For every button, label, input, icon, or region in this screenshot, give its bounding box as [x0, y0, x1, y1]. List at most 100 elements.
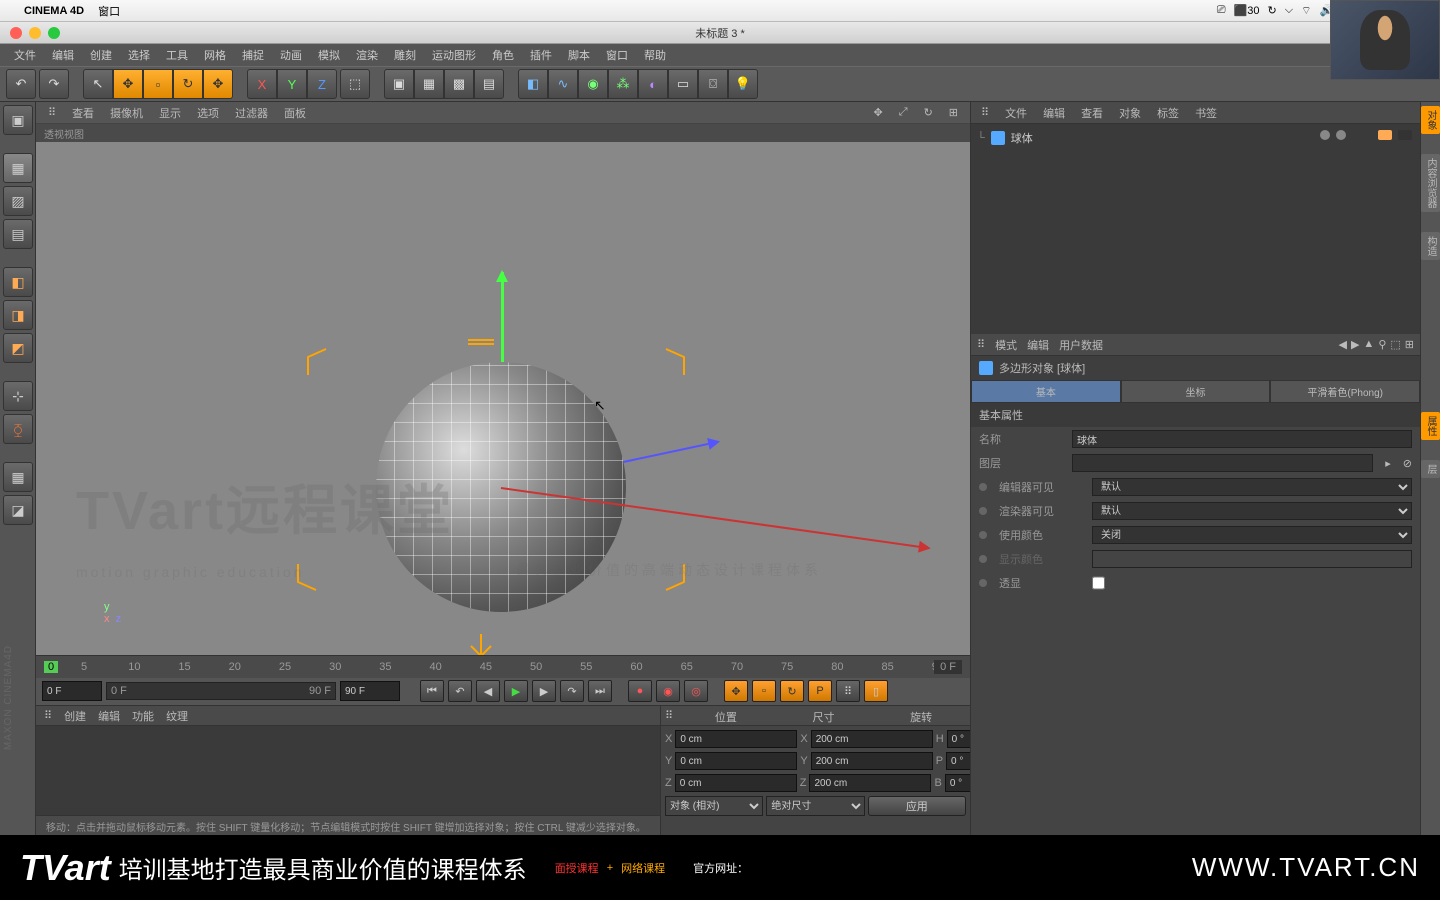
size-y[interactable] [811, 752, 933, 770]
next-key[interactable]: ↷ [560, 680, 584, 702]
app-name[interactable]: CINEMA 4D [24, 5, 84, 17]
grip-icon[interactable]: ⠿ [977, 104, 993, 121]
zoom-button[interactable] [48, 27, 60, 39]
sidetab-browser[interactable]: 内容浏览器 [1421, 154, 1440, 212]
grip-icon[interactable]: ⠿ [977, 338, 985, 351]
add-cube[interactable]: ◧ [518, 69, 548, 99]
menu-create[interactable]: 创建 [84, 45, 118, 65]
menu-plugins[interactable]: 插件 [524, 45, 558, 65]
model-mode[interactable]: ▦ [3, 153, 33, 183]
sidetab-attr[interactable]: 属性 [1421, 412, 1440, 440]
keymode1[interactable]: ⠿ [836, 680, 860, 702]
grip-icon[interactable]: ⠿ [42, 104, 62, 121]
object-name[interactable]: 球体 [1011, 130, 1033, 146]
pos-x[interactable] [675, 730, 797, 748]
x-axis-lock[interactable]: X [247, 69, 277, 99]
menu-script[interactable]: 脚本 [562, 45, 596, 65]
vp-filter[interactable]: 过滤器 [229, 103, 274, 123]
nav-fwd-icon[interactable]: ▶ [1351, 338, 1359, 351]
keymode2[interactable]: ▯ [864, 680, 888, 702]
use-color-select[interactable]: 关闭 [1092, 526, 1412, 544]
rotate-tool[interactable]: ↻ [173, 69, 203, 99]
tab-basic[interactable]: 基本 [971, 380, 1121, 403]
vis-render-dot[interactable] [1336, 130, 1346, 140]
mat-func[interactable]: 功能 [132, 708, 154, 724]
add-deformer[interactable]: ◐ [638, 69, 668, 99]
lock-icon[interactable]: ⬚ [1390, 338, 1400, 351]
add-nurbs[interactable]: ◉ [578, 69, 608, 99]
record-button[interactable]: ● [628, 680, 652, 702]
mat-edit[interactable]: 编辑 [98, 708, 120, 724]
playhead[interactable]: 0 [44, 661, 58, 673]
obj-objects[interactable]: 对象 [1115, 103, 1145, 123]
minimize-button[interactable] [29, 27, 41, 39]
vp-orbit-icon[interactable]: ↻ [918, 104, 939, 121]
add-light[interactable]: 💡 [728, 69, 758, 99]
obj-view[interactable]: 查看 [1077, 103, 1107, 123]
attr-edit[interactable]: 编辑 [1027, 337, 1049, 353]
layer-clear-icon[interactable]: ⊘ [1403, 457, 1412, 470]
menu-file[interactable]: 文件 [8, 45, 42, 65]
menu-window[interactable]: 窗口 [600, 45, 634, 65]
size-x[interactable] [811, 730, 933, 748]
vis-editor-dot[interactable] [1320, 130, 1330, 140]
bluetooth-icon[interactable]: ⌵ [1285, 4, 1293, 17]
prev-frame[interactable]: ◀ [476, 680, 500, 702]
goto-end[interactable]: ⏭ [588, 680, 612, 702]
obj-bookmarks[interactable]: 书签 [1191, 103, 1221, 123]
new-icon[interactable]: ⊞ [1405, 338, 1414, 351]
grip-icon[interactable]: ⠿ [661, 706, 677, 725]
keyopts-button[interactable]: ◎ [684, 680, 708, 702]
apply-button[interactable]: 应用 [868, 796, 966, 816]
object-manager[interactable]: └ 球体 [971, 124, 1420, 334]
nav-up-icon[interactable]: ▲ [1363, 338, 1374, 351]
adobe-icon[interactable]: ⬛ 30 [1234, 4, 1260, 17]
menu-render[interactable]: 渲染 [350, 45, 384, 65]
lasttool[interactable]: ✥ [203, 69, 233, 99]
obj-file[interactable]: 文件 [1001, 103, 1031, 123]
z-axis-lock[interactable]: Z [307, 69, 337, 99]
attr-mode[interactable]: 模式 [995, 337, 1017, 353]
select-tool[interactable]: ↖ [83, 69, 113, 99]
pos-y[interactable] [675, 752, 797, 770]
move-tool[interactable]: ✥ [113, 69, 143, 99]
render-view[interactable]: ▣ [384, 69, 414, 99]
viewport-3d[interactable]: ↖ yx z TVart远程课堂 motion graphic educatio… [36, 142, 970, 655]
phong-tag[interactable] [1378, 130, 1392, 140]
param-key[interactable]: P [808, 680, 832, 702]
tab-phong[interactable]: 平滑着色(Phong) [1270, 380, 1420, 403]
rot-key[interactable]: ↻ [780, 680, 804, 702]
vp-panel[interactable]: 面板 [278, 103, 312, 123]
play-button[interactable]: ▶ [504, 680, 528, 702]
range-start[interactable] [42, 681, 102, 701]
add-floor[interactable]: ▭ [668, 69, 698, 99]
mat-create[interactable]: 创建 [64, 708, 86, 724]
close-button[interactable] [10, 27, 22, 39]
vp-camera[interactable]: 摄像机 [104, 103, 149, 123]
y-axis-lock[interactable]: Y [277, 69, 307, 99]
lock-button[interactable]: ▦ [3, 462, 33, 492]
nav-back-icon[interactable]: ◀ [1338, 338, 1346, 351]
mac-menu-window[interactable]: 窗口 [98, 3, 120, 19]
vp-display[interactable]: 显示 [153, 103, 187, 123]
menu-snap[interactable]: 捕捉 [236, 45, 270, 65]
edge-mode[interactable]: ◨ [3, 300, 33, 330]
menu-sculpt[interactable]: 雕刻 [388, 45, 422, 65]
pos-z[interactable] [675, 774, 797, 792]
vp-zoom-icon[interactable]: ⤢ [893, 104, 914, 121]
poly-mode[interactable]: ◩ [3, 333, 33, 363]
mat-tex[interactable]: 纹理 [166, 708, 188, 724]
redo-button[interactable]: ↷ [39, 69, 69, 99]
axis-mode[interactable]: ⊹ [3, 381, 33, 411]
pos-key[interactable]: ✥ [724, 680, 748, 702]
undo-button[interactable]: ↶ [6, 69, 36, 99]
prev-key[interactable]: ↶ [448, 680, 472, 702]
workplane-mode[interactable]: ▤ [3, 219, 33, 249]
menu-mesh[interactable]: 网格 [198, 45, 232, 65]
search-icon[interactable]: ⚲ [1378, 338, 1386, 351]
coord-mode2[interactable]: 绝对尺寸 [766, 796, 864, 816]
editor-vis-select[interactable]: 默认 [1092, 478, 1412, 496]
viewport-solo[interactable]: ◪ [3, 495, 33, 525]
name-field[interactable] [1072, 430, 1412, 448]
menu-tools[interactable]: 工具 [160, 45, 194, 65]
